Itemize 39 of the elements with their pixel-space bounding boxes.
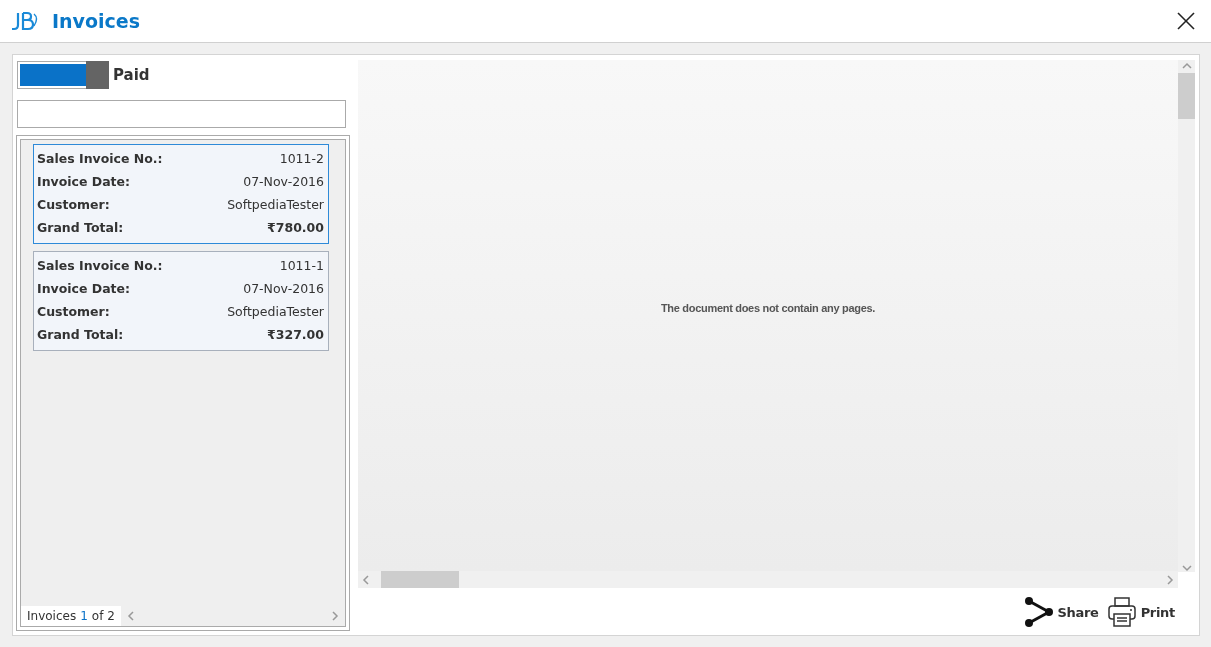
share-icon [1023,596,1054,628]
invoice-card[interactable]: Sales Invoice No.: 1011-2 Invoice Date: 07-Nov-2016 Customer: SoftpediaTester Grand Total: ₹780.00 [33,144,329,244]
field-label: Customer: [37,197,110,212]
scroll-down-icon[interactable] [1181,564,1192,572]
scrollbar-thumb[interactable] [381,571,459,588]
field-value: 07-Nov-2016 [243,281,324,296]
field-label: Invoice Date: [37,281,131,296]
paid-toggle[interactable] [17,61,109,89]
scroll-right-icon[interactable] [1166,574,1174,585]
scroll-up-icon[interactable] [1181,62,1192,70]
search-field[interactable] [17,100,346,128]
field-value: 1011-1 [279,258,324,273]
printer-icon [1106,596,1137,628]
field-label: Sales Invoice No.: [37,151,163,166]
field-value: 1011-2 [279,151,324,166]
pager-current: 1 [80,609,88,623]
field-value: ₹780.00 [267,220,324,235]
scroll-left-icon[interactable] [126,611,135,621]
share-button[interactable]: Share [1023,596,1099,628]
field-value: SoftpediaTester [227,304,324,319]
field-value: 07-Nov-2016 [243,174,324,189]
field-value: SoftpediaTester [227,197,324,212]
empty-message: The document does not contain any pages. [660,301,876,314]
field-label: Sales Invoice No.: [37,258,163,273]
toggle-label: Paid [113,66,150,84]
window-title: Invoices [52,10,141,32]
field-value: ₹327.00 [267,327,324,342]
logo-icon [10,10,40,32]
invoice-card[interactable]: Sales Invoice No.: 1011-1 Invoice Date: 07-Nov-2016 Customer: SoftpediaTester Grand Total: ₹327.00 [33,251,329,351]
print-button[interactable]: Print [1106,596,1175,628]
scroll-left-icon[interactable] [362,574,370,585]
scroll-right-icon[interactable] [331,611,339,621]
pager-label: Invoices [27,609,77,623]
field-label: Invoice Date: [37,174,131,189]
field-label: Grand Total: [37,220,124,235]
field-label: Customer: [37,304,110,319]
field-label: Grand Total: [37,327,124,342]
pager-total: of 2 [91,609,115,623]
scrollbar-thumb[interactable] [1178,73,1195,119]
